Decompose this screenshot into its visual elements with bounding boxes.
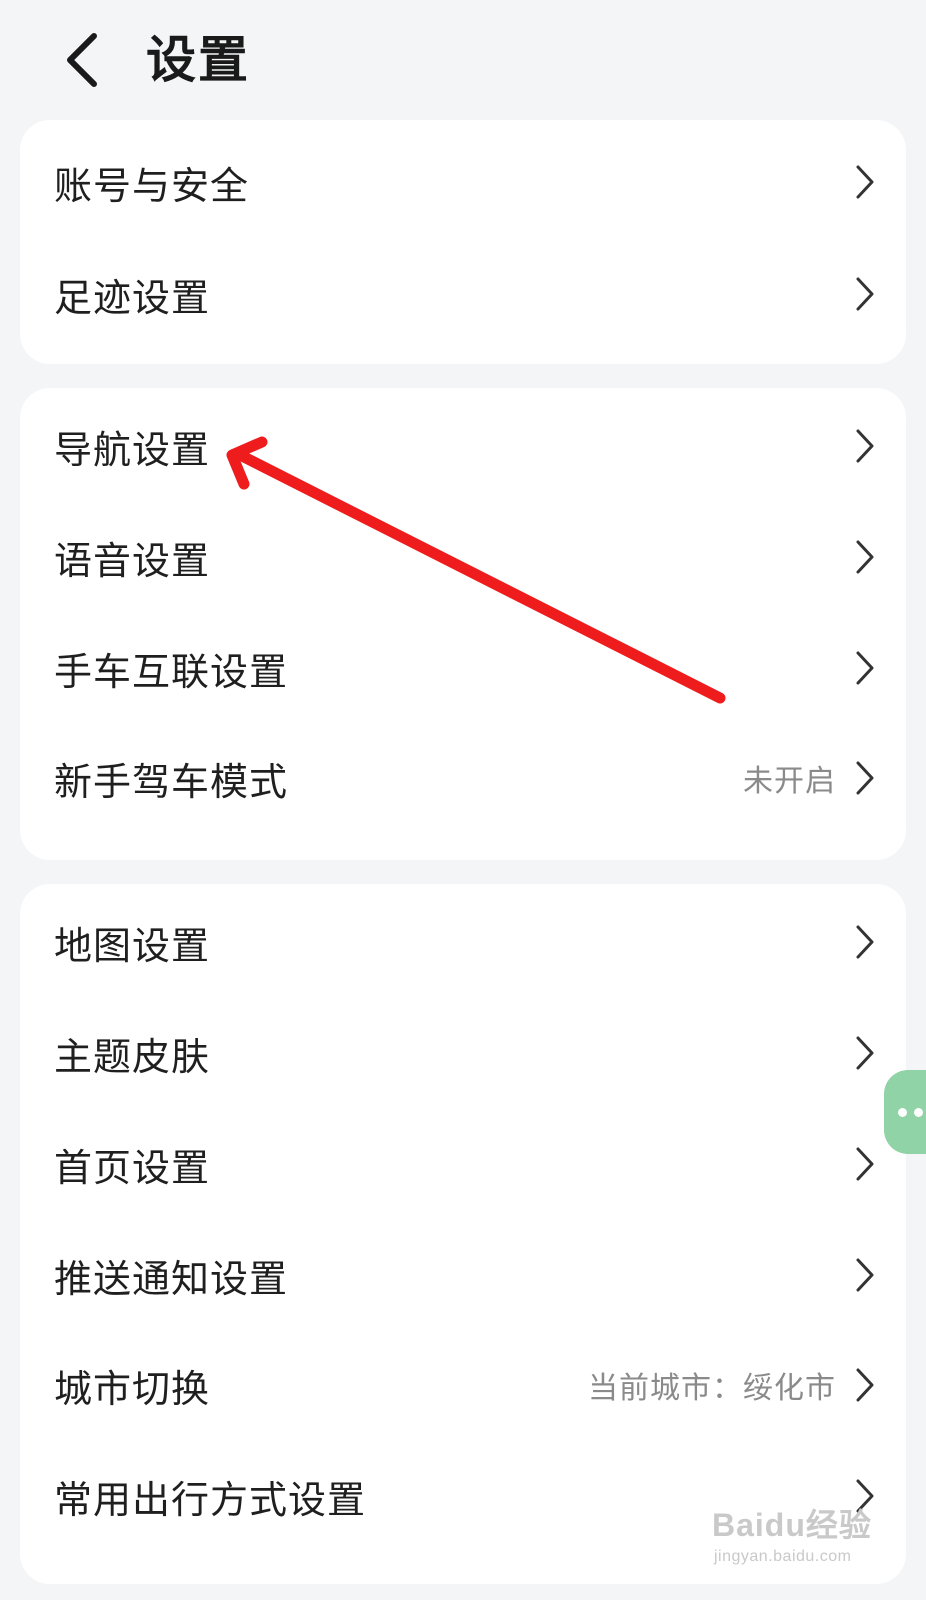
back-button[interactable]	[52, 30, 112, 90]
chevron-right-icon	[856, 1147, 874, 1181]
settings-item-push-notification[interactable]: 推送通知设置	[20, 1219, 906, 1331]
settings-item-label: 新手驾车模式	[54, 759, 289, 804]
settings-item-account-security[interactable]: 账号与安全	[20, 126, 906, 238]
chevron-right-icon	[856, 1036, 874, 1070]
settings-item-home-page[interactable]: 首页设置	[20, 1108, 906, 1220]
settings-page: 设置 账号与安全 足迹设置 导航设置 语音设置 手车互联设置 新手驾车模式 未开…	[0, 0, 926, 1600]
chevron-left-icon	[67, 33, 97, 87]
watermark-url: jingyan.baidu.com	[714, 1548, 852, 1565]
chevron-right-icon	[856, 1258, 874, 1292]
settings-item-phone-car-link[interactable]: 手车互联设置	[20, 612, 906, 724]
settings-item-label: 主题皮肤	[54, 1034, 211, 1079]
settings-item-label: 手车互联设置	[54, 649, 289, 694]
chevron-right-icon	[856, 925, 874, 959]
chevron-right-icon	[856, 165, 874, 199]
settings-item-label: 导航设置	[54, 427, 211, 472]
settings-item-label: 地图设置	[54, 923, 211, 968]
settings-item-label: 常用出行方式设置	[54, 1477, 367, 1522]
settings-item-label: 账号与安全	[54, 163, 250, 208]
current-city-value: 当前城市：绥化市	[588, 1371, 836, 1406]
header: 设置	[0, 0, 926, 118]
more-dots-icon	[898, 1108, 907, 1117]
status-value: 未开启	[743, 764, 836, 799]
settings-item-label: 首页设置	[54, 1145, 211, 1190]
settings-item-label: 语音设置	[54, 538, 211, 583]
chevron-right-icon	[856, 429, 874, 463]
chevron-right-icon	[856, 1368, 874, 1402]
settings-item-label: 推送通知设置	[54, 1256, 289, 1301]
settings-group-account: 账号与安全 足迹设置	[20, 120, 906, 364]
page-title: 设置	[146, 31, 250, 89]
settings-item-voice[interactable]: 语音设置	[20, 501, 906, 613]
settings-item-theme-skin[interactable]: 主题皮肤	[20, 997, 906, 1109]
settings-item-navigation[interactable]: 导航设置	[20, 390, 906, 502]
settings-item-footprint[interactable]: 足迹设置	[20, 238, 906, 350]
chevron-right-icon	[856, 540, 874, 574]
more-dots-icon	[914, 1108, 923, 1117]
floating-more-button[interactable]	[884, 1070, 926, 1154]
watermark: Baidu经验 jingyan.baidu.com	[712, 1500, 882, 1580]
chevron-right-icon	[856, 651, 874, 685]
settings-item-label: 城市切换	[54, 1366, 211, 1411]
settings-item-novice-driving-mode[interactable]: 新手驾车模式 未开启	[20, 722, 906, 834]
settings-item-city-switch[interactable]: 城市切换 当前城市：绥化市	[20, 1329, 906, 1441]
settings-item-map[interactable]: 地图设置	[20, 886, 906, 998]
settings-group-navigation: 导航设置 语音设置 手车互联设置 新手驾车模式 未开启	[20, 388, 906, 860]
settings-group-general: 地图设置 主题皮肤 首页设置 推送通知设置 城市切换 当前城市：绥化市 常用出行…	[20, 884, 906, 1584]
chevron-right-icon	[856, 761, 874, 795]
settings-item-label: 足迹设置	[54, 275, 211, 320]
watermark-brand: Baidu经验	[712, 1507, 872, 1543]
chevron-right-icon	[856, 277, 874, 311]
